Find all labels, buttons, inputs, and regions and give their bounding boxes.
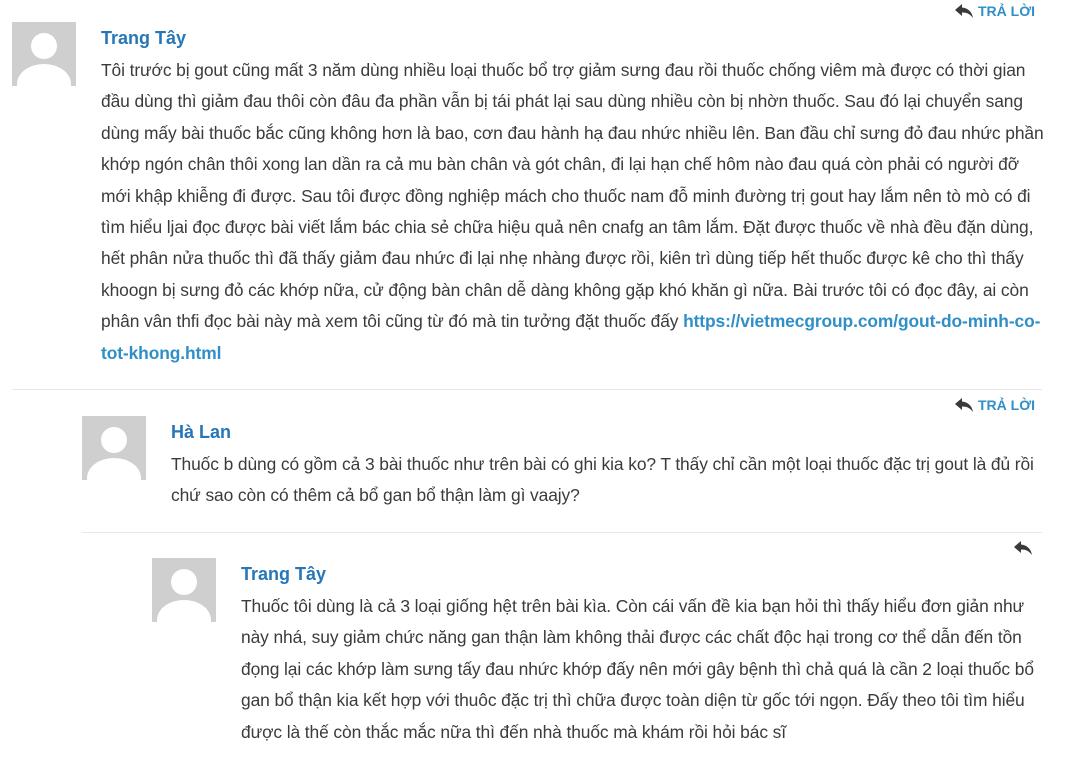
reply-arrow-icon bbox=[955, 4, 973, 18]
reply-button[interactable]: TRẢ LỜI bbox=[954, 3, 1035, 19]
comment-body: Tôi trước bị gout cũng mất 3 năm dùng nh… bbox=[101, 60, 1044, 332]
reply-label: TRẢ LỜI bbox=[978, 397, 1036, 413]
comment-author[interactable]: Trang Tây bbox=[241, 564, 326, 585]
reply-label: TRẢ LỜI bbox=[978, 3, 1036, 19]
reply-button[interactable] bbox=[1013, 540, 1033, 556]
comment-divider bbox=[82, 532, 1042, 533]
comment-divider bbox=[12, 389, 1042, 390]
comment-text: Thuốc tôi dùng là cả 3 loại giống hệt tr… bbox=[241, 596, 1034, 742]
default-avatar-icon bbox=[12, 22, 76, 86]
reply-arrow-icon bbox=[955, 398, 973, 412]
reply-arrow-icon bbox=[1014, 541, 1032, 555]
default-avatar-icon bbox=[82, 416, 146, 480]
comment-author[interactable]: Hà Lan bbox=[171, 422, 231, 443]
avatar bbox=[82, 416, 146, 480]
avatar bbox=[12, 22, 76, 86]
default-avatar-icon bbox=[152, 558, 216, 622]
comment-text: Tôi trước bị gout cũng mất 3 năm dùng nh… bbox=[101, 55, 1051, 369]
reply-button[interactable]: TRẢ LỜI bbox=[954, 397, 1035, 413]
comment-author[interactable]: Trang Tây bbox=[101, 28, 186, 49]
comment-text: Thuốc b dùng có gồm cả 3 bài thuốc như t… bbox=[171, 454, 1034, 506]
avatar bbox=[152, 558, 216, 622]
